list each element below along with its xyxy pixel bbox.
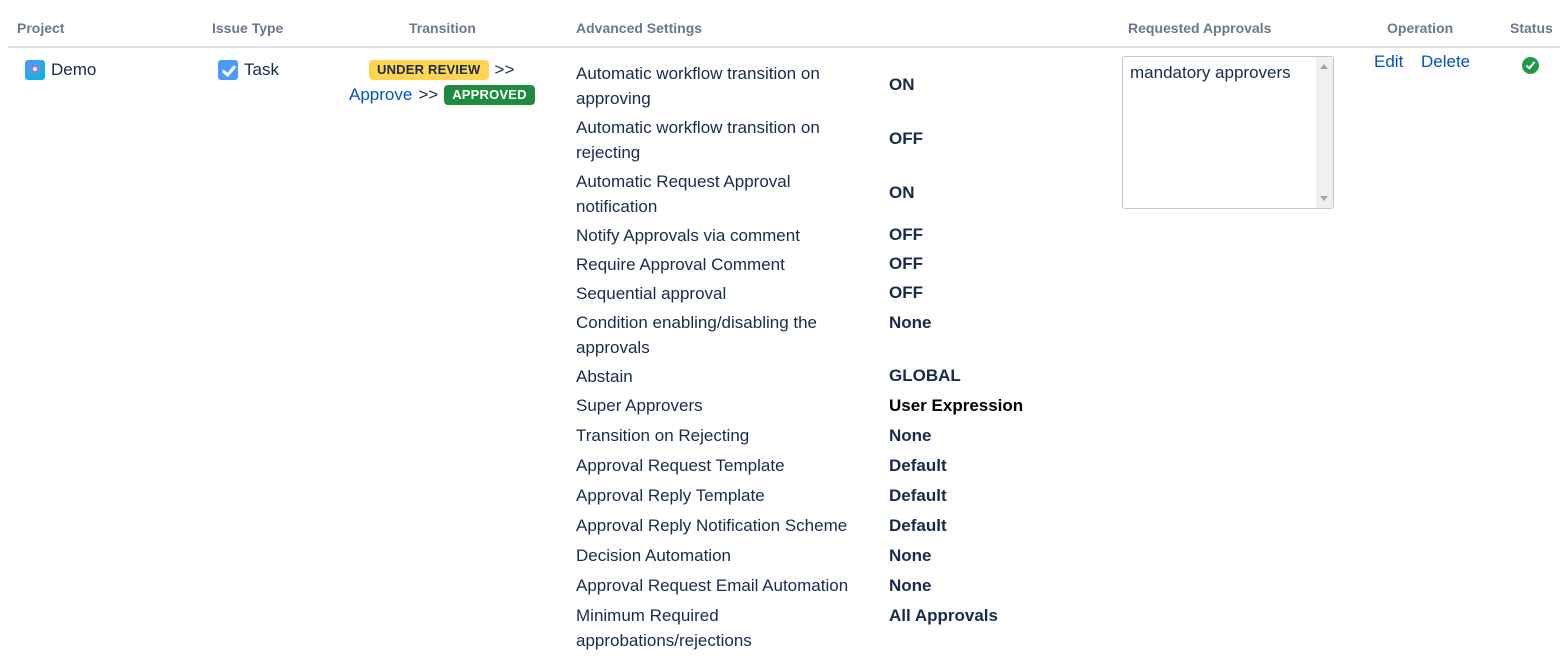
setting-label: Require Approval Comment: [576, 255, 785, 274]
scroll-down-arrow-icon[interactable]: [1320, 196, 1328, 201]
setting-label: Decision Automation: [576, 546, 731, 565]
header-advanced-settings: Advanced Settings: [576, 20, 703, 36]
header-issue-type: Issue Type: [212, 20, 284, 36]
setting-value: None: [889, 313, 932, 332]
setting-value: ON: [889, 75, 915, 94]
setting-label: Approval Request Template: [576, 456, 785, 475]
textarea-scrollbar[interactable]: [1316, 57, 1333, 208]
setting-label: Approval Request Email Automation: [576, 576, 849, 595]
setting-value: User Expression: [889, 396, 1024, 415]
scroll-up-arrow-icon[interactable]: [1320, 64, 1328, 69]
setting-value: OFF: [889, 129, 923, 148]
setting-label: Sequential approval: [576, 284, 727, 303]
header-divider: [8, 46, 1560, 48]
project-cell: Demo: [25, 60, 96, 80]
approval-config-table: Project Issue Type Transition Advanced S…: [0, 0, 1563, 656]
task-checkbox-icon: [218, 60, 238, 80]
transition-arrow: >>: [494, 60, 515, 79]
setting-label: Approval Reply Template: [576, 486, 765, 505]
setting-value: OFF: [889, 283, 923, 302]
header-operation: Operation: [1387, 20, 1454, 36]
status-lozenge-under-review: UNDER REVIEW: [369, 60, 489, 80]
setting-value: OFF: [889, 254, 923, 273]
setting-label: Condition enabling/disabling the approva…: [576, 313, 818, 357]
transition-arrow: >>: [418, 85, 439, 104]
header-status: Status: [1510, 20, 1553, 36]
setting-value: None: [889, 576, 932, 595]
setting-value: Default: [889, 456, 947, 475]
setting-label: Abstain: [576, 367, 633, 386]
check-circle-icon: [1522, 57, 1539, 74]
setting-label: Transition on Rejecting: [576, 426, 750, 445]
setting-label: Super Approvers: [576, 396, 703, 415]
project-name: Demo: [51, 60, 97, 79]
requested-approvals-text: mandatory approvers: [1130, 63, 1291, 82]
transition-approve-link[interactable]: Approve: [349, 85, 412, 105]
status-lozenge-approved: APPROVED: [444, 85, 535, 105]
header-transition: Transition: [409, 20, 476, 36]
setting-value: None: [889, 426, 932, 445]
issue-type-name: Task: [244, 60, 279, 79]
issue-type-cell: Task: [218, 60, 279, 80]
project-avatar-icon: [25, 60, 45, 80]
transition-from: UNDER REVIEW >>: [369, 60, 514, 80]
setting-label: Automatic workflow transition on rejecti…: [576, 118, 820, 162]
edit-link[interactable]: Edit: [1374, 52, 1403, 72]
transition-to: Approve >> APPROVED: [349, 85, 535, 105]
setting-value: None: [889, 546, 932, 565]
setting-label: Minimum Required approbations/rejections: [576, 606, 752, 650]
setting-value: All Approvals: [889, 606, 998, 625]
delete-link[interactable]: Delete: [1421, 52, 1470, 72]
setting-value: Default: [889, 486, 947, 505]
setting-value: GLOBAL: [889, 366, 961, 385]
setting-value: OFF: [889, 225, 923, 244]
setting-value: ON: [889, 183, 915, 202]
setting-label: Approval Reply Notification Scheme: [576, 516, 848, 535]
setting-value: Default: [889, 516, 947, 535]
setting-label: Automatic Request Approval notification: [576, 172, 791, 216]
header-project: Project: [17, 20, 65, 36]
header-requested-approvals: Requested Approvals: [1128, 20, 1272, 36]
setting-label: Automatic workflow transition on approvi…: [576, 64, 820, 108]
setting-label: Notify Approvals via comment: [576, 226, 800, 245]
requested-approvals-textarea[interactable]: mandatory approvers: [1122, 56, 1334, 209]
